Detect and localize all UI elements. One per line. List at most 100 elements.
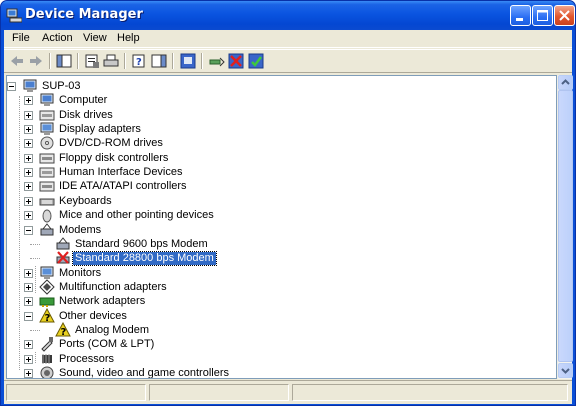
toolbar-separator	[124, 53, 126, 69]
tree-node-label: Monitors	[59, 266, 102, 279]
forward-icon[interactable]	[28, 53, 44, 69]
tree-node-label: Standard 28800 bps Modem	[72, 251, 217, 267]
expand-icon[interactable]	[24, 182, 33, 192]
tree-node[interactable]: Sound, video and game controllers	[7, 366, 547, 379]
tree-node[interactable]: Processors	[7, 352, 547, 366]
sound-icon	[40, 366, 54, 378]
menu-help[interactable]: Help	[117, 32, 140, 44]
toolbar-separator	[172, 53, 174, 69]
tree-node[interactable]: DVD/CD-ROM drives	[7, 136, 547, 150]
tree-line	[30, 243, 40, 245]
computer-root-icon	[23, 79, 37, 92]
tree-line	[30, 258, 40, 260]
tree-node[interactable]: SUP-03	[7, 79, 547, 93]
expand-icon[interactable]	[24, 369, 33, 378]
tree-node[interactable]: Display adapters	[7, 122, 547, 136]
menu-action[interactable]: Action	[42, 32, 73, 44]
expand-icon[interactable]	[24, 110, 33, 120]
svg-text:?: ?	[45, 313, 51, 324]
status-bar	[4, 380, 572, 402]
tree-node-label: Human Interface Devices	[59, 166, 183, 179]
svg-text:?: ?	[136, 57, 142, 68]
tree-node[interactable]: ? Other devices	[7, 307, 547, 324]
update-driver-icon[interactable]	[209, 53, 225, 69]
tree-node-label: Sound, video and game controllers	[59, 367, 229, 379]
tree-node[interactable]: Standard 28800 bps Modem	[7, 251, 547, 267]
tree-node[interactable]: Network adapters	[7, 294, 547, 308]
help-icon[interactable]: ?	[131, 53, 147, 69]
window-title: Device Manager	[25, 7, 143, 22]
scan-hardware-icon[interactable]	[180, 53, 196, 69]
expand-icon[interactable]	[24, 168, 33, 178]
tree-node[interactable]: Multifunction adapters	[7, 279, 547, 295]
svg-text:?: ?	[61, 327, 67, 338]
tree-node[interactable]: Standard 9600 bps Modem	[7, 237, 547, 251]
expand-icon[interactable]	[24, 96, 33, 106]
tree-node-label: Modems	[59, 223, 102, 236]
tree-node[interactable]: Modems	[7, 222, 547, 237]
tree-node[interactable]: Monitors	[7, 266, 547, 280]
minimize-icon	[516, 18, 523, 21]
toolbar-separator	[49, 53, 51, 69]
tree-line	[30, 329, 40, 331]
tree-node-label: Standard 9600 bps Modem	[75, 237, 208, 250]
maximize-icon	[537, 10, 548, 21]
status-pane	[292, 384, 568, 401]
collapse-icon[interactable]	[7, 82, 16, 91]
modem-icon	[40, 222, 54, 235]
vertical-scrollbar[interactable]	[557, 75, 573, 379]
device-tree[interactable]: SUP-03 Computer Disk drives Display adapter…	[6, 75, 557, 379]
expand-icon[interactable]	[24, 354, 33, 364]
title-bar[interactable]: Device Manager	[1, 1, 575, 30]
expand-icon[interactable]	[24, 153, 33, 163]
expand-icon[interactable]	[24, 125, 33, 135]
collapse-icon[interactable]	[24, 311, 33, 321]
expand-icon[interactable]	[24, 268, 33, 278]
device-manager-icon	[6, 8, 22, 23]
tree-node[interactable]: IDE ATA/ATAPI controllers	[7, 179, 547, 193]
tree-node-label: Keyboards	[59, 194, 112, 207]
tree-node[interactable]: Computer	[7, 93, 547, 107]
menu-bar: File Action View Help	[4, 30, 572, 48]
show-hide-action-pane-icon[interactable]	[151, 53, 167, 69]
scroll-down-button[interactable]	[558, 363, 573, 378]
tree-node[interactable]: ? Analog Modem	[7, 321, 547, 338]
toolbar-separator	[201, 53, 203, 69]
tree-node[interactable]: Ports (COM & LPT)	[7, 337, 547, 353]
expand-icon[interactable]	[24, 211, 33, 221]
menu-file[interactable]: File	[12, 32, 30, 44]
maximize-button[interactable]	[532, 5, 553, 26]
enable-device-icon[interactable]	[248, 53, 264, 69]
close-button[interactable]	[554, 5, 575, 26]
tree-node[interactable]: Mice and other pointing devices	[7, 208, 547, 223]
expand-icon[interactable]	[24, 340, 33, 350]
tree-node-label: Display adapters	[59, 123, 141, 136]
unknown-device-icon: ?	[39, 307, 55, 324]
chevron-up-icon	[561, 79, 570, 85]
print-icon[interactable]	[103, 53, 119, 69]
show-hide-console-tree-icon[interactable]	[56, 53, 72, 69]
scroll-thumb[interactable]	[558, 90, 573, 362]
device-manager-window: Device Manager File Action View Help ? S…	[0, 0, 576, 406]
tree-node[interactable]: Floppy disk controllers	[7, 151, 547, 165]
tree-node-label: IDE ATA/ATAPI controllers	[59, 180, 187, 193]
expand-icon[interactable]	[24, 282, 33, 292]
tree-node[interactable]: Disk drives	[7, 108, 547, 122]
tree-node-label: Analog Modem	[75, 323, 149, 336]
expand-icon[interactable]	[24, 196, 33, 206]
tree-node-label: Processors	[59, 352, 115, 365]
back-icon[interactable]	[9, 53, 25, 69]
expand-icon[interactable]	[24, 139, 33, 149]
tree-node[interactable]: Human Interface Devices	[7, 165, 547, 179]
tree-node-label: Computer	[59, 94, 108, 107]
tree-node[interactable]: Keyboards	[7, 194, 547, 208]
expand-icon[interactable]	[24, 297, 33, 307]
menu-view[interactable]: View	[83, 32, 107, 44]
properties-icon[interactable]	[84, 53, 100, 69]
scroll-up-button[interactable]	[558, 75, 573, 90]
minimize-button[interactable]	[510, 5, 531, 26]
uninstall-icon[interactable]	[228, 53, 244, 69]
toolbar-separator	[77, 53, 79, 69]
tree-node-label: Network adapters	[59, 295, 146, 308]
collapse-icon[interactable]	[24, 225, 33, 235]
